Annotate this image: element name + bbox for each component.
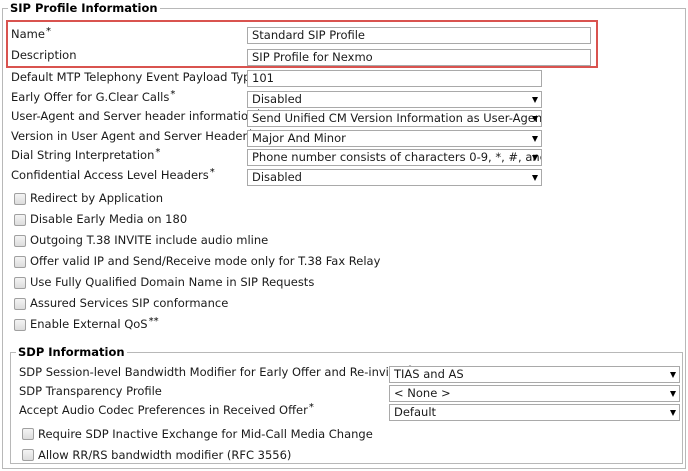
sip-profile-legend: SIP Profile Information [8,1,160,15]
redirect-by-application-label: Redirect by Application [30,191,164,205]
sdp-legend: SDP Information [16,345,127,359]
allow-rr-rs-label: Allow RR/RS bandwidth modifier (RFC 3556… [38,448,292,462]
codec-pref-select[interactable]: Default [389,404,680,421]
enable-external-qos-checkbox[interactable] [14,319,26,331]
disable-early-media-label: Disable Early Media on 180 [30,212,188,226]
assured-services-checkbox[interactable] [14,298,26,310]
user-agent-label: User-Agent and Server header information… [11,108,261,123]
require-sdp-inactive-label: Require SDP Inactive Exchange for Mid-Ca… [38,427,373,441]
confidential-label: Confidential Access Level Headers* [11,167,215,182]
chevron-down-icon [670,391,676,397]
bandwidth-modifier-label: SDP Session-level Bandwidth Modifier for… [19,364,412,379]
outgoing-t38-checkbox[interactable] [14,235,26,247]
sdp-transparency-label: SDP Transparency Profile [19,384,162,398]
dial-string-select[interactable]: Phone number consists of characters 0-9,… [247,149,542,166]
allow-rr-rs-checkbox[interactable] [22,449,34,461]
default-mtp-label: Default MTP Telephony Event Payload Type… [11,69,264,84]
use-fqdn-label: Use Fully Qualified Domain Name in SIP R… [30,275,315,289]
codec-pref-label: Accept Audio Codec Preferences in Receiv… [19,402,314,417]
chevron-down-icon [670,410,676,416]
highlight-box [6,20,598,68]
default-mtp-input[interactable]: 101 [247,70,542,87]
early-offer-select[interactable]: Disabled [247,91,542,108]
assured-services-label: Assured Services SIP conformance [30,296,229,310]
require-sdp-inactive-checkbox[interactable] [22,428,34,440]
bandwidth-modifier-select[interactable]: TIAS and AS [389,366,680,383]
outgoing-t38-label: Outgoing T.38 INVITE include audio mline [30,233,269,247]
redirect-by-application-checkbox[interactable] [14,193,26,205]
disable-early-media-checkbox[interactable] [14,214,26,226]
dial-string-label: Dial String Interpretation* [11,147,161,162]
chevron-down-icon [532,116,538,122]
enable-external-qos-label: Enable External QoS** [30,316,159,331]
offer-valid-ip-label: Offer valid IP and Send/Receive mode onl… [30,254,381,268]
version-select[interactable]: Major And Minor [247,130,542,147]
chevron-down-icon [532,136,538,142]
chevron-down-icon [532,97,538,103]
version-label: Version in User Agent and Server Header* [11,128,253,143]
user-agent-select[interactable]: Send Unified CM Version Information as U… [247,110,542,127]
chevron-down-icon [532,155,538,161]
chevron-down-icon [670,372,676,378]
chevron-down-icon [532,175,538,181]
confidential-select[interactable]: Disabled [247,169,542,186]
sdp-transparency-select[interactable]: < None > [389,385,680,402]
offer-valid-ip-checkbox[interactable] [14,256,26,268]
use-fqdn-checkbox[interactable] [14,277,26,289]
early-offer-label: Early Offer for G.Clear Calls* [11,89,176,104]
